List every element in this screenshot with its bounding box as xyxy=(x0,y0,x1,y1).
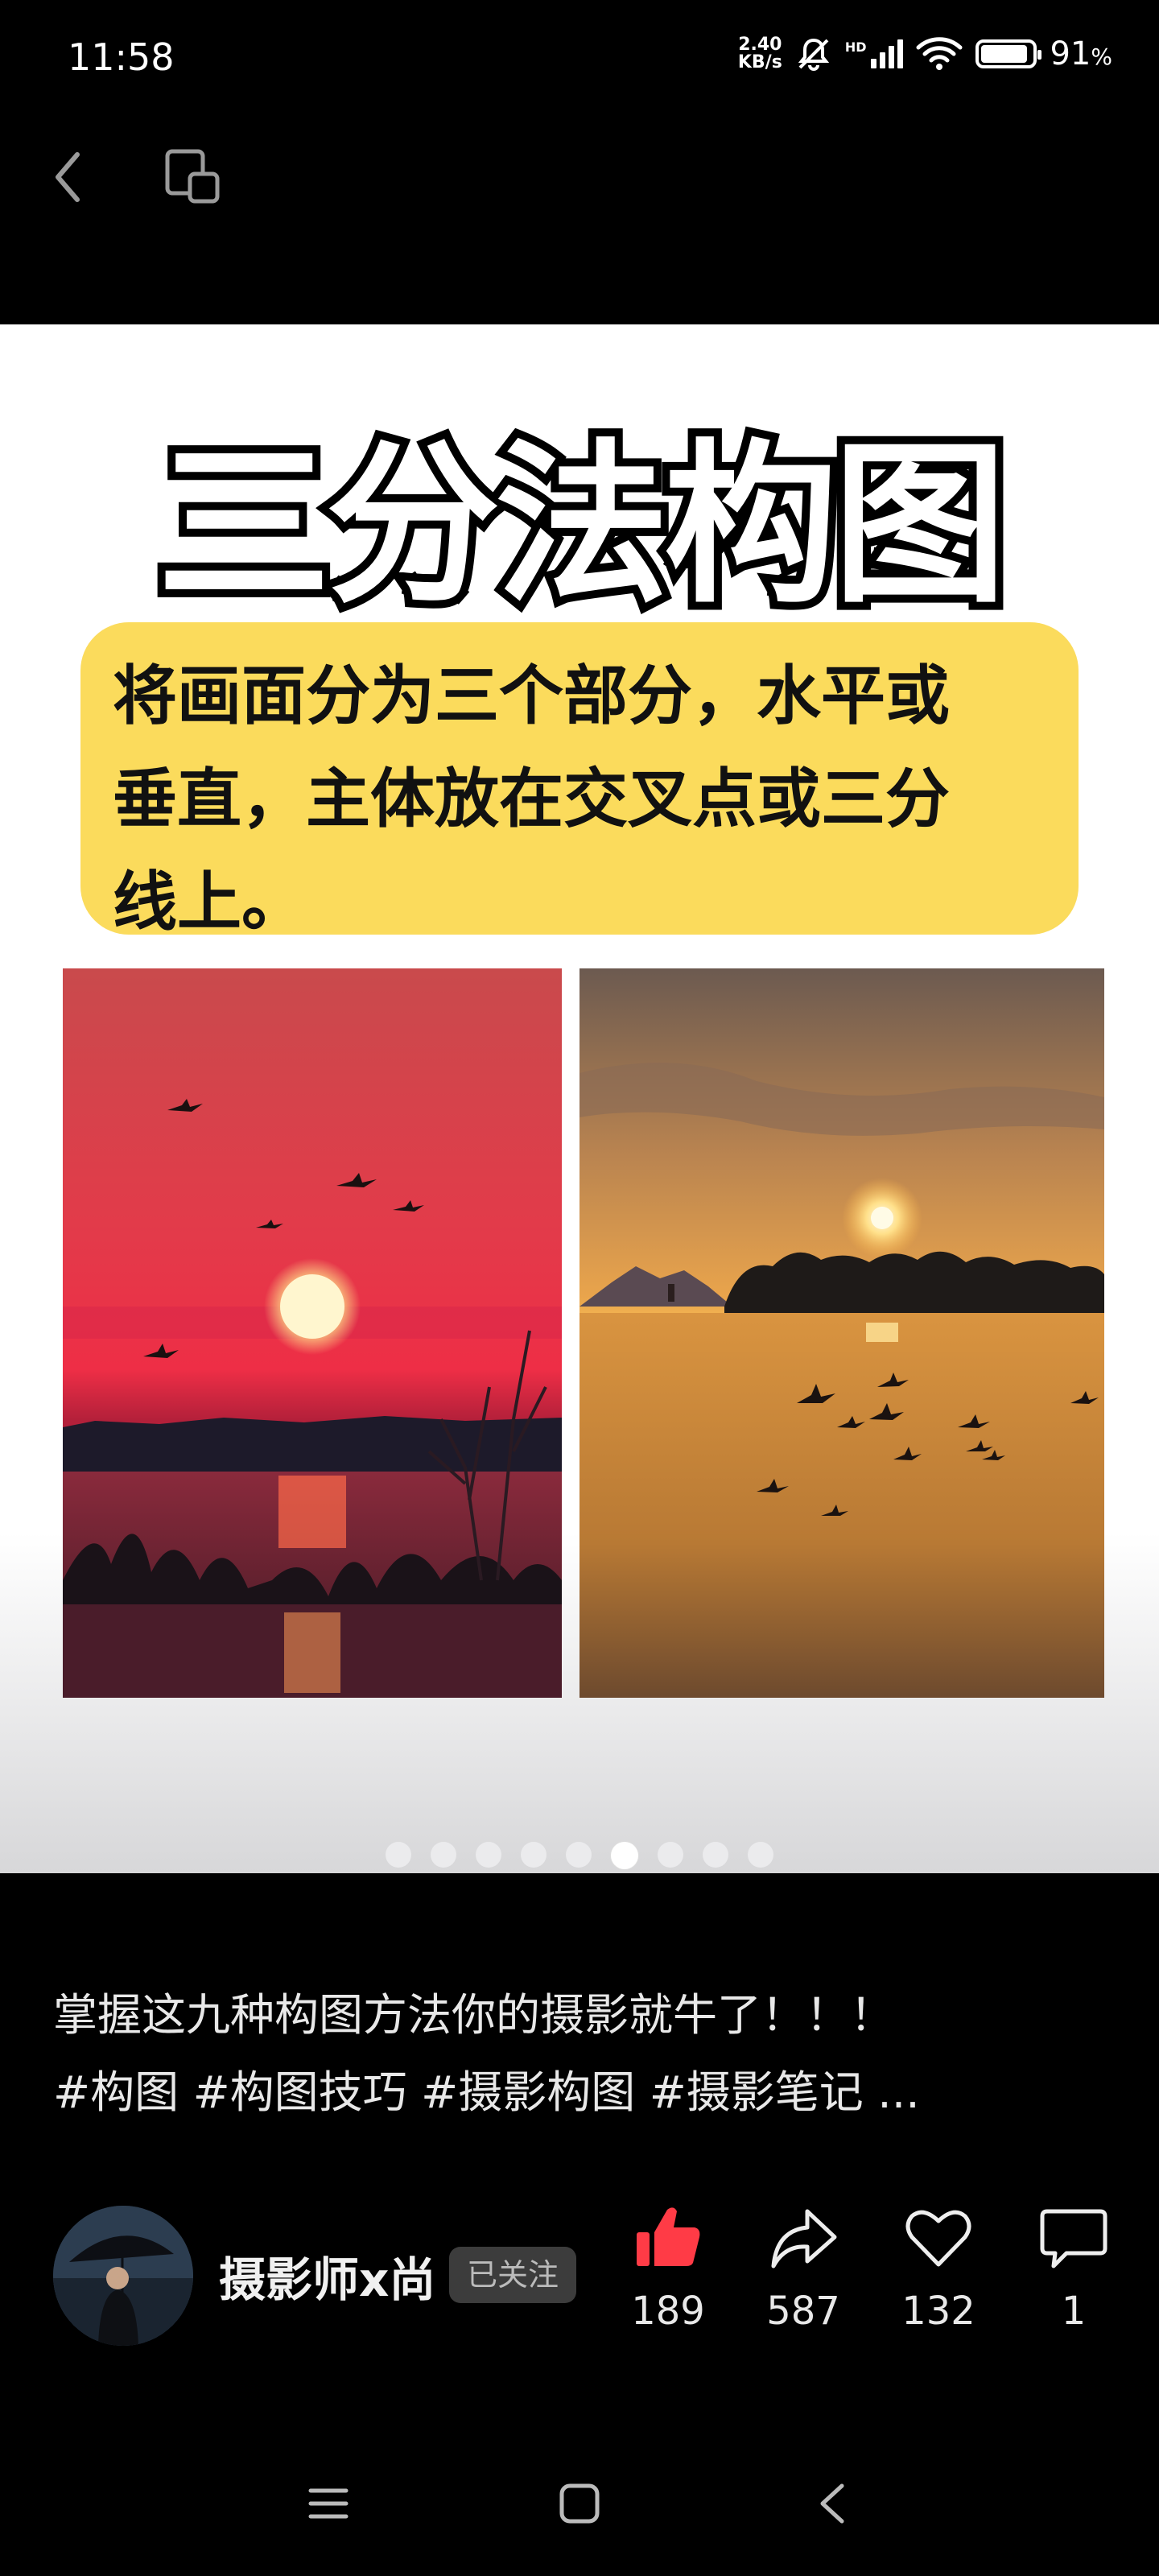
like-button[interactable]: 189 xyxy=(612,2202,724,2334)
avatar[interactable] xyxy=(53,2206,193,2346)
network-speed: 2.40 KB/s xyxy=(737,35,782,72)
carousel-dot[interactable] xyxy=(386,1842,411,1868)
device-switch-icon[interactable] xyxy=(161,145,225,209)
battery-percent: 91% xyxy=(1050,35,1112,72)
battery-fill xyxy=(981,45,1027,63)
sunset-photo-red xyxy=(63,968,562,1698)
status-bar: 11:58 2.40 KB/s HD 91% xyxy=(0,0,1159,121)
like-count: 189 xyxy=(631,2289,705,2334)
status-time: 11:58 xyxy=(68,35,175,79)
carousel-dot[interactable] xyxy=(431,1842,456,1868)
author-name[interactable]: 摄影师x尚 xyxy=(219,2242,435,2310)
wifi-icon xyxy=(916,37,963,70)
caption-text: 掌握这九种构图方法你的摄影就牛了！！！ xyxy=(53,1989,895,2041)
carousel-dot[interactable] xyxy=(476,1842,501,1868)
comment-bubble-icon xyxy=(1040,2209,1107,2268)
back-chevron-icon[interactable] xyxy=(43,145,92,209)
slide-description-line: 线上。 xyxy=(113,865,306,939)
follow-status-button[interactable]: 已关注 xyxy=(449,2247,577,2303)
back-icon[interactable] xyxy=(811,2479,852,2528)
comment-button[interactable]: 1 xyxy=(1017,2202,1130,2334)
system-nav-bar xyxy=(0,2463,1159,2552)
caption-tags[interactable]: #构图 #构图技巧 #摄影构图 #摄影笔记 ... xyxy=(53,2054,1099,2131)
carousel-dot[interactable] xyxy=(566,1842,592,1868)
menu-icon[interactable] xyxy=(306,2479,351,2528)
status-icons: 2.40 KB/s HD 91% xyxy=(738,35,1112,72)
sunset-photo-golden xyxy=(580,968,1104,1698)
favorite-button[interactable]: 132 xyxy=(882,2202,995,2334)
comment-count: 1 xyxy=(1061,2289,1087,2334)
share-arrow-icon xyxy=(771,2209,837,2268)
slide-description: 将画面分为三个部分，水平或 垂直，主体放在交叉点或三分 线上。 xyxy=(80,622,1079,939)
battery-icon xyxy=(975,39,1042,68)
carousel-dot[interactable] xyxy=(658,1842,683,1868)
author-action-bar: 摄影师x尚 已关注 189 587 132 1 xyxy=(0,2202,1159,2347)
home-icon[interactable] xyxy=(555,2479,604,2528)
slide-title: 三分法构图 xyxy=(149,421,1015,630)
carousel-dot[interactable] xyxy=(703,1842,728,1868)
carousel-dot[interactable] xyxy=(748,1842,773,1868)
post-image-carousel[interactable]: 三分法构图 将画面分为三个部分，水平或 垂直，主体放在交叉点或三分 线上。 xyxy=(0,324,1159,1873)
favorite-count: 132 xyxy=(901,2289,975,2334)
share-button[interactable]: 587 xyxy=(747,2202,860,2334)
post-caption[interactable]: 掌握这九种构图方法你的摄影就牛了！！！ #构图 #构图技巧 #摄影构图 #摄影笔… xyxy=(53,1976,1099,2131)
carousel-indicator[interactable] xyxy=(0,1842,1159,1869)
top-nav xyxy=(0,121,1159,322)
mute-bell-icon xyxy=(798,38,829,71)
hd-signal-icon: HD xyxy=(845,39,904,68)
thumbs-up-icon xyxy=(637,2207,700,2266)
carousel-dot[interactable] xyxy=(611,1842,638,1869)
share-count: 587 xyxy=(766,2289,840,2334)
carousel-dot[interactable] xyxy=(521,1842,547,1868)
slide-description-line: 将画面分为三个部分，水平或 xyxy=(113,658,950,733)
slide-description-line: 垂直，主体放在交叉点或三分 xyxy=(113,762,950,836)
heart-icon xyxy=(905,2210,971,2267)
